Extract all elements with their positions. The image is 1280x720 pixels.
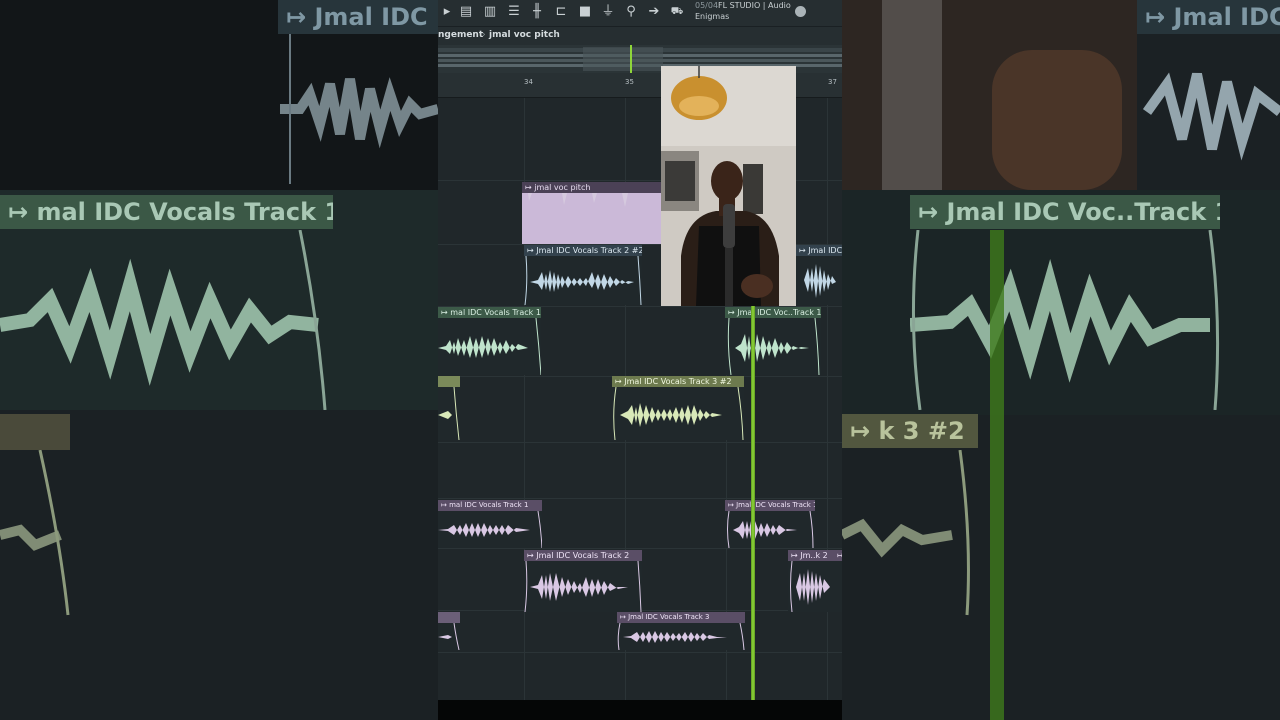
clip-label: ↦ Jmal IDC Voc..Track 1 #2 — [728, 308, 821, 317]
bg-right-waveform-top — [1142, 72, 1280, 161]
clip-label: ↦ Jmal IDC Vocals Track 2 — [527, 551, 630, 560]
bg-playhead-blur — [990, 230, 1004, 720]
bg-clip-header-top: ↦ Jmal IDC — [278, 0, 438, 34]
lane-divider — [438, 548, 842, 549]
clip-label: ↦ mal IDC Vocals Track 1 #2 — [441, 308, 541, 317]
clip-label: ↦ Jmal IDC Vocals Track 1 — [728, 501, 815, 509]
clip-waveform — [438, 387, 460, 440]
audio-clip-track2c[interactable]: ↦ J — [836, 550, 842, 612]
screen: ↦ Jmal IDC ↦ mal IDC Vocals Track 1 #2 ↦… — [0, 0, 1280, 720]
lane-divider — [438, 442, 842, 443]
clip-waveform — [524, 561, 642, 612]
mixer-icon[interactable]: ╫ — [530, 4, 544, 20]
lane-divider — [438, 498, 842, 499]
toolbar-subtitle: Enigmas — [695, 12, 730, 21]
blurred-background-left: ↦ Jmal IDC ↦ mal IDC Vocals Track 1 #2 — [0, 0, 438, 720]
bg-clip-mid-label: ↦ mal IDC Vocals Track 1 #2 — [8, 198, 333, 226]
clip-waveform — [727, 511, 814, 548]
toolbar-title: FL STUDIO | Audio — [718, 1, 791, 10]
bar-number: 34 — [524, 78, 533, 86]
bar-number: 37 — [828, 78, 837, 86]
bg-right-clip-top-label: ↦ Jmal IDC — [1145, 3, 1280, 31]
audio-clip-voc-pitch[interactable]: ↦ jmal voc pitch — [522, 182, 662, 244]
clip-waveform — [438, 623, 460, 650]
bg-waveform-low — [0, 450, 70, 616]
audio-clip-olive-edge[interactable] — [438, 376, 460, 440]
bg-right-clip-header-top: ↦ Jmal IDC — [1137, 0, 1280, 34]
audio-clip-track1b[interactable]: ↦ Jmal IDC Vocals Track 1 — [725, 500, 815, 548]
bg-waveform-mid — [0, 230, 327, 410]
clip-label: ↦ jmal voc pitch — [525, 183, 591, 192]
bg-right-clip-low-label: ↦ k 3 #2 — [850, 417, 965, 445]
audio-clip-track1a[interactable]: ↦ mal IDC Vocals Track 1 — [438, 500, 542, 548]
audio-clip-track3-2[interactable]: ↦ Jmal IDC Vocals Track 3 #2 — [612, 376, 744, 440]
bg-right-waveform-mid — [910, 230, 1220, 410]
file-icon[interactable]: ■ — [578, 4, 592, 20]
clip-label: ↦ Jmal IDC Vo — [799, 246, 842, 255]
browser-icon[interactable]: ⊏ — [554, 4, 568, 20]
arrow-right-icon[interactable]: ▸ — [440, 4, 454, 20]
toolbar: ▸ ▤ ▥ ☰ ╫ ⊏ ■ ⏚ ⚲ ➔ ⛟ 05/04 FL STUDIO | … — [438, 0, 842, 26]
globe-icon[interactable] — [795, 6, 806, 17]
clip-waveform — [617, 623, 745, 650]
breadcrumb-pattern[interactable]: jmal voc pitch — [489, 30, 560, 40]
bg-waveform-top — [280, 34, 438, 184]
breadcrumb: ngement › jmal voc pitch › — [438, 26, 842, 45]
audio-clip-track1-2b[interactable]: ↦ Jmal IDC Voc..Track 1 #2 — [725, 307, 821, 375]
bg-right-clip-header-low: ↦ k 3 #2 — [842, 414, 978, 448]
audio-clip-track2[interactable]: ↦ Jmal IDC Vocals Track 2 — [524, 550, 642, 612]
clip-waveform — [438, 318, 541, 375]
clip-waveform — [727, 318, 820, 375]
webcam-overlay — [661, 66, 796, 306]
playlist-icon[interactable]: ▤ — [459, 4, 473, 20]
clip-waveform — [438, 511, 542, 548]
audio-clip-lavender-edge[interactable] — [438, 612, 460, 650]
tempo-icon[interactable]: ⚲ — [624, 4, 638, 20]
clip-waveform — [790, 561, 830, 612]
bottom-bar — [438, 700, 842, 720]
bg-microphone-blur — [882, 0, 942, 190]
bg-right-waveform-low — [842, 450, 970, 616]
clip-label: ↦ Jmal IDC Vocals Track 3 — [620, 613, 710, 621]
audio-clip-track2-2[interactable]: ↦ Jmal IDC Vocals Track 2 #2 — [524, 245, 642, 305]
bg-olive-block — [0, 414, 70, 450]
clip-label: ↦ mal IDC Vocals Track 1 — [441, 501, 529, 509]
clip-waveform — [613, 387, 744, 440]
audio-clip-track1-2a[interactable]: ↦ mal IDC Vocals Track 1 #2 — [438, 307, 541, 375]
shop-icon[interactable]: ⛟ — [670, 4, 684, 20]
clip-label: ↦ Jm..k 2 — [791, 551, 828, 560]
audio-clip-track2b[interactable]: ↦ Jm..k 2 — [788, 550, 836, 612]
bg-right-clip-mid-label: ↦ Jmal IDC Voc..Track 1 #2 — [918, 198, 1220, 226]
clip-label: ↦ Jmal IDC Vocals Track 2 #2 — [527, 246, 642, 255]
blurred-background-right: ↦ Jmal IDC ↦ Jmal IDC Voc..Track 1 #2 ↦ … — [842, 0, 1280, 720]
bg-clip-header-mid: ↦ mal IDC Vocals Track 1 #2 — [0, 195, 333, 229]
breadcrumb-separator-end: › — [553, 30, 557, 40]
clip-waveform — [524, 256, 642, 305]
bar-number: 35 — [625, 78, 634, 86]
performer-video-frame — [661, 66, 796, 306]
breadcrumb-separator: › — [482, 30, 486, 40]
clip-label: ↦ Jmal IDC Vocals Track 3 #2 — [615, 377, 732, 386]
breadcrumb-arrangement[interactable]: ngement — [438, 30, 483, 40]
clip-waveform — [522, 193, 662, 244]
clip-waveform — [804, 264, 836, 298]
piano-roll-icon[interactable]: ▥ — [483, 4, 497, 20]
bg-right-clip-header-mid: ↦ Jmal IDC Voc..Track 1 #2 — [910, 195, 1220, 229]
playhead-marker[interactable] — [751, 276, 755, 700]
clip-label: ↦ J — [837, 551, 842, 560]
channel-rack-icon[interactable]: ☰ — [507, 4, 521, 20]
plugin-icon[interactable]: ⏚ — [601, 4, 615, 20]
audio-clip-track3[interactable]: ↦ Jmal IDC Vocals Track 3 — [617, 612, 745, 650]
audio-clip-track2-2b[interactable]: ↦ Jmal IDC Vo — [796, 245, 842, 305]
toolbar-date: 05/04 — [695, 1, 719, 10]
lane-divider — [438, 652, 842, 653]
bg-clip-top-label: ↦ Jmal IDC — [286, 3, 428, 31]
tools-icon[interactable]: ➔ — [647, 4, 661, 20]
bg-hand-blur — [992, 50, 1122, 190]
